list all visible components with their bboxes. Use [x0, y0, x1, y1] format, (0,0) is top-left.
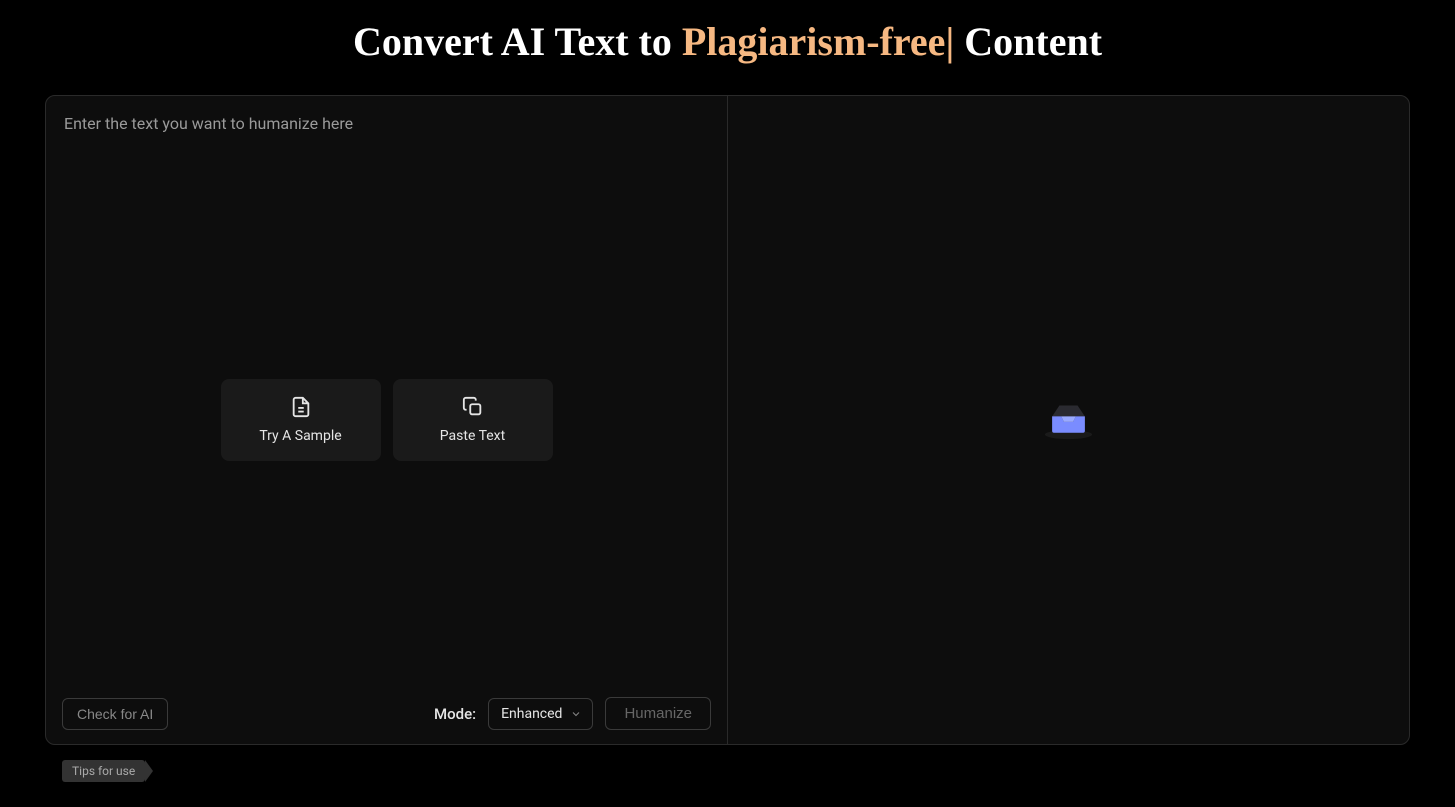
- humanize-button[interactable]: Humanize: [605, 697, 711, 730]
- chevron-down-icon: [570, 708, 582, 720]
- title-cursor: |: [945, 19, 954, 64]
- title-prefix: Convert AI Text to: [353, 19, 682, 64]
- try-sample-button[interactable]: Try A Sample: [221, 379, 381, 461]
- page-title: Convert AI Text to Plagiarism-free| Cont…: [0, 0, 1455, 95]
- title-highlight: Plagiarism-free: [682, 19, 946, 64]
- tips-for-use-tag[interactable]: Tips for use: [62, 760, 145, 782]
- mode-select[interactable]: Enhanced: [488, 698, 593, 730]
- paste-text-button[interactable]: Paste Text: [393, 379, 553, 461]
- check-ai-button[interactable]: Check for AI: [62, 698, 168, 730]
- paste-text-label: Paste Text: [440, 428, 505, 444]
- empty-state: [1041, 400, 1096, 440]
- inbox-empty-icon: [1041, 400, 1096, 440]
- input-pane: Enter the text you want to humanize here…: [46, 96, 728, 744]
- input-action-buttons: Try A Sample Paste Text: [221, 379, 553, 461]
- mode-select-value: Enhanced: [501, 706, 562, 722]
- main-panel: Enter the text you want to humanize here…: [45, 95, 1410, 745]
- copy-icon: [462, 396, 484, 418]
- output-pane: [728, 96, 1409, 744]
- title-suffix: Content: [954, 19, 1102, 64]
- mode-label: Mode:: [434, 705, 476, 723]
- input-bottom-bar: Check for AI Mode: Enhanced Humanize: [46, 683, 727, 744]
- try-sample-label: Try A Sample: [259, 428, 341, 444]
- document-icon: [290, 396, 312, 418]
